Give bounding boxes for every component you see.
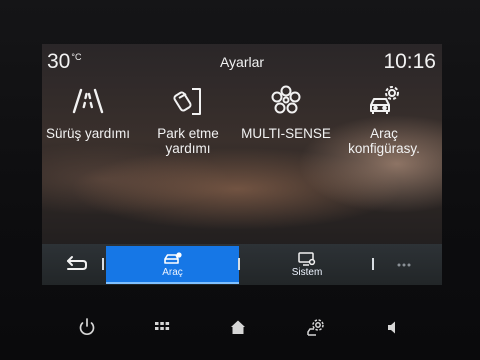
multi-sense-icon bbox=[271, 85, 301, 114]
volume-icon bbox=[388, 321, 395, 334]
system-tab-icon bbox=[298, 252, 316, 266]
tab-separator bbox=[238, 258, 240, 270]
tab-separator bbox=[102, 258, 104, 270]
tile-label: Araç konfigürasy. bbox=[348, 126, 420, 156]
parking-icon bbox=[173, 88, 201, 115]
more-dots-icon bbox=[397, 263, 411, 267]
home-button[interactable] bbox=[225, 314, 251, 340]
tab-separator bbox=[372, 258, 374, 270]
home-icon bbox=[231, 320, 245, 334]
tile-driving-assistance[interactable]: Sürüş yardımı bbox=[42, 84, 136, 174]
car-settings-icon bbox=[307, 319, 324, 336]
tab-label: Araç bbox=[162, 267, 183, 278]
hardware-button-row bbox=[0, 300, 480, 360]
page-title: Ayarlar bbox=[219, 54, 265, 70]
lane-assist-icon bbox=[72, 88, 104, 114]
tile-label: Park etme yardımı bbox=[157, 126, 219, 156]
status-bar: 30°C Ayarlar 10:16 bbox=[42, 44, 442, 76]
clock: 10:16 bbox=[383, 50, 436, 73]
power-icon bbox=[79, 318, 95, 335]
back-button[interactable] bbox=[42, 248, 104, 282]
tab-label: Sistem bbox=[291, 267, 323, 278]
active-tab-underline bbox=[106, 282, 239, 284]
tile-parking-assistance[interactable]: Park etme yardımı bbox=[140, 84, 236, 174]
power-button[interactable] bbox=[74, 314, 100, 340]
tile-vehicle-configuration[interactable]: Araç konfigürasy. bbox=[336, 84, 432, 174]
apps-button[interactable] bbox=[149, 314, 175, 340]
more-button[interactable] bbox=[382, 252, 432, 278]
tile-label: Sürüş yardımı bbox=[45, 126, 131, 141]
tab-system[interactable]: Sistem bbox=[257, 246, 357, 284]
tab-bar: Araç Sistem bbox=[42, 244, 442, 285]
car-settings-button[interactable] bbox=[304, 314, 330, 340]
car-gear-icon bbox=[370, 86, 399, 114]
tile-label: MULTI-SENSE bbox=[241, 126, 331, 141]
volume-button[interactable] bbox=[380, 314, 406, 340]
tile-multi-sense[interactable]: MULTI-SENSE bbox=[238, 84, 334, 174]
tab-vehicle[interactable]: Araç bbox=[106, 246, 239, 284]
infotainment-screen: 30°C Ayarlar 10:16 Sürüş yardımı Park et… bbox=[42, 44, 442, 285]
apps-grid-icon bbox=[155, 322, 170, 330]
car-tab-icon bbox=[164, 252, 182, 264]
back-arrow-icon bbox=[67, 256, 87, 270]
